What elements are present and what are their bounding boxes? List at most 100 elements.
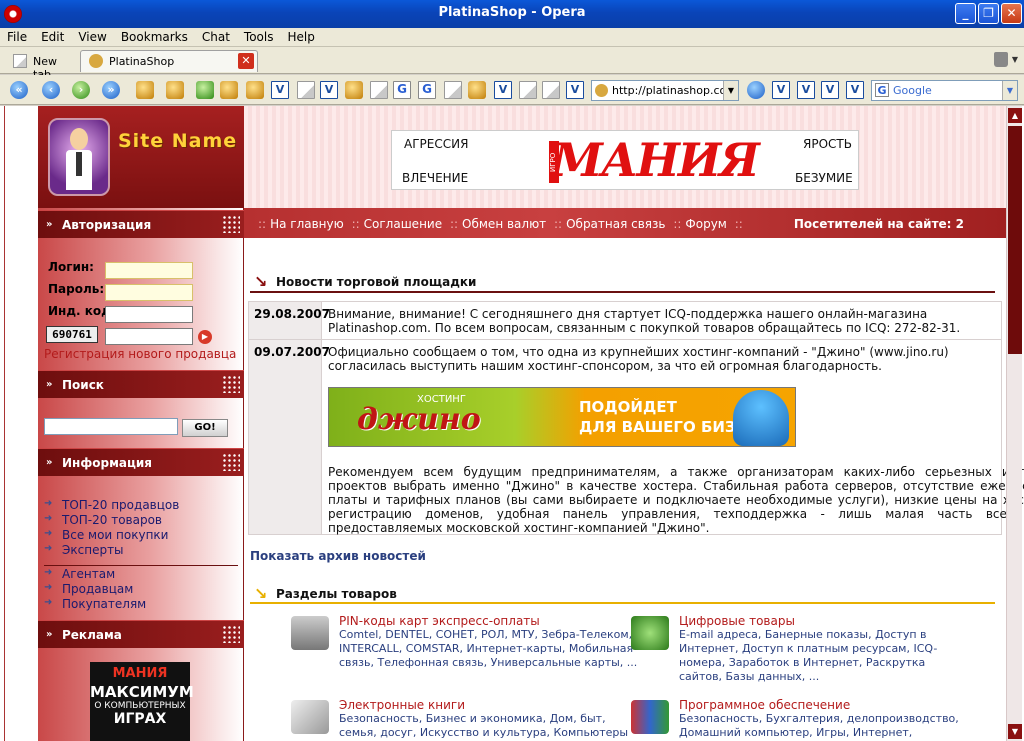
bookmark-icon[interactable] xyxy=(220,81,238,99)
sidebar-ad-banner[interactable]: МАНИЯ МАКСИМУМ О КОМПЬЮТЕРНЫХ ИГРАХ xyxy=(90,662,194,741)
bookmark-v-icon[interactable]: V xyxy=(320,81,338,99)
info-link-agents[interactable]: Агентам xyxy=(44,567,146,582)
info-link-experts[interactable]: Эксперты xyxy=(44,543,179,558)
reload-icon[interactable] xyxy=(136,81,154,99)
nav-separator: :: xyxy=(734,217,743,231)
wand-icon[interactable] xyxy=(166,81,184,99)
jino-ad-banner[interactable]: ХОСТИНГ джино ПОДОЙДЕТ ДЛЯ ВАШЕГО БИЗНЕС… xyxy=(328,387,796,447)
register-seller-link[interactable]: Регистрация нового продавца xyxy=(44,347,236,361)
info-link-top-products[interactable]: ТОП-20 товаров xyxy=(44,513,179,528)
bookmark-v-icon[interactable]: V xyxy=(271,81,289,99)
google-icon[interactable]: G xyxy=(418,81,436,99)
back-icon[interactable]: ‹ xyxy=(42,81,60,99)
info-link-sellers[interactable]: Продавцам xyxy=(44,582,146,597)
minimize-button[interactable]: _ xyxy=(955,3,976,24)
login-field[interactable] xyxy=(105,262,193,279)
site-logo[interactable]: Site Name xyxy=(38,106,244,208)
bookmark-v-icon[interactable]: V xyxy=(821,81,839,99)
tab-label: PlatinaShop xyxy=(109,55,175,68)
bookmark-page-icon[interactable] xyxy=(519,81,537,99)
nav-home[interactable]: На главную xyxy=(270,217,344,231)
chevron-down-icon[interactable]: ▼ xyxy=(1012,55,1018,64)
banner-word: ВЛЕЧЕНИЕ xyxy=(402,171,469,185)
page-scrollbar[interactable]: ▲ ▼ xyxy=(1006,106,1022,741)
nav-agreement[interactable]: Соглашение xyxy=(364,217,442,231)
nav-separator: :: xyxy=(673,217,682,231)
scrollbar-thumb[interactable] xyxy=(1008,126,1022,354)
rewind-icon[interactable]: « xyxy=(10,81,28,99)
nav-exchange[interactable]: Обмен валют xyxy=(462,217,546,231)
bookmark-v-icon[interactable]: V xyxy=(566,81,584,99)
google-icon[interactable]: G xyxy=(393,81,411,99)
info-link-top-sellers[interactable]: ТОП-20 продавцов xyxy=(44,498,179,513)
bookmark-icon[interactable] xyxy=(468,81,486,99)
categories-heading-text: Разделы товаров xyxy=(276,587,397,601)
category-links[interactable]: E-mail адреса, Банерные показы, Доступ в… xyxy=(679,628,941,684)
maximize-button[interactable]: ❐ xyxy=(978,3,999,24)
bookmark-v-icon[interactable]: V xyxy=(846,81,864,99)
categories-heading-rule xyxy=(250,602,995,604)
captcha-field[interactable] xyxy=(105,328,193,345)
menu-edit[interactable]: Edit xyxy=(34,28,71,44)
site-search-input[interactable] xyxy=(44,418,178,435)
menu-tools[interactable]: Tools xyxy=(237,28,281,44)
fast-forward-icon[interactable]: » xyxy=(102,81,120,99)
trash-icon[interactable] xyxy=(994,52,1008,67)
bookmark-page-icon[interactable] xyxy=(444,81,462,99)
tab-platinashop[interactable]: PlatinaShop ✕ xyxy=(80,50,258,72)
close-window-button[interactable]: ✕ xyxy=(1001,3,1022,24)
new-page-icon xyxy=(13,54,27,68)
chevron-down-icon[interactable]: ▼ xyxy=(723,81,738,100)
globe-icon[interactable] xyxy=(747,81,765,99)
nav-feedback[interactable]: Обратная связь xyxy=(566,217,665,231)
news-archive-link[interactable]: Показать архив новостей xyxy=(250,549,426,563)
banner-ad[interactable]: АГРЕССИЯ ВЛЕЧЕНИЕ ЯРОСТЬ БЕЗУМИЕ ИГРО МА… xyxy=(391,130,859,190)
menu-bookmarks[interactable]: Bookmarks xyxy=(114,28,195,44)
news-date: 29.08.2007 xyxy=(249,302,330,339)
category-title[interactable]: Цифровые товары xyxy=(679,614,941,628)
bookmark-page-icon[interactable] xyxy=(370,81,388,99)
menu-view[interactable]: View xyxy=(71,28,113,44)
login-submit-icon[interactable]: ▶ xyxy=(198,330,212,344)
menu-file[interactable]: File xyxy=(0,28,34,44)
chevron-down-icon[interactable]: ▼ xyxy=(1002,81,1017,100)
index-code-field[interactable] xyxy=(105,306,193,323)
bookmark-icon[interactable] xyxy=(246,81,264,99)
ebook-icon xyxy=(291,700,329,734)
category-links[interactable]: Безопасность, Бухгалтерия, делопроизводс… xyxy=(679,712,969,740)
nav-forum[interactable]: Форум xyxy=(685,217,726,231)
avatar xyxy=(48,118,110,196)
search-go-button[interactable]: GO! xyxy=(182,419,228,437)
news-text: Рекомендуем всем будущим предпринимателя… xyxy=(328,465,1024,535)
ad-text: МАКСИМУМ xyxy=(90,683,194,701)
double-arrow-icon: » xyxy=(46,457,53,468)
banner-word: АГРЕССИЯ xyxy=(404,137,469,151)
bookmark-v-icon[interactable]: V xyxy=(494,81,512,99)
category-title[interactable]: PIN-коды карт экспресс-оплаты xyxy=(339,614,639,628)
category-title[interactable]: Программное обеспечение xyxy=(679,698,969,712)
info-link-my-purchases[interactable]: Все мои покупки xyxy=(44,528,179,543)
menu-help[interactable]: Help xyxy=(280,28,321,44)
forward-icon[interactable]: › xyxy=(72,81,90,99)
bookmark-page-icon[interactable] xyxy=(297,81,315,99)
basket-icon[interactable] xyxy=(196,81,214,99)
category-links[interactable]: Comtel, DENTEL, СОНЕТ, РОЛ, МТУ, Зебра-Т… xyxy=(339,628,639,670)
menu-chat[interactable]: Chat xyxy=(195,28,237,44)
new-tab-button[interactable]: New tab xyxy=(4,50,77,81)
bookmark-v-icon[interactable]: V xyxy=(797,81,815,99)
category-title[interactable]: Электронные книги xyxy=(339,698,629,712)
scroll-up-icon[interactable]: ▲ xyxy=(1008,108,1022,123)
scroll-down-icon[interactable]: ▼ xyxy=(1008,724,1022,739)
info-section-header: » Информация xyxy=(38,448,244,476)
close-tab-icon[interactable]: ✕ xyxy=(238,53,254,69)
info-link-buyers[interactable]: Покупателям xyxy=(44,597,146,612)
bookmark-page-icon[interactable] xyxy=(542,81,560,99)
search-input[interactable]: G Google ▼ xyxy=(871,80,1018,101)
category-links[interactable]: Безопасность, Бизнес и экономика, Дом, б… xyxy=(339,712,629,740)
bookmark-v-icon[interactable]: V xyxy=(772,81,790,99)
phone-card-icon xyxy=(291,616,329,650)
address-field[interactable]: http://platinashop.com ▼ xyxy=(591,80,739,101)
bookmark-icon[interactable] xyxy=(345,81,363,99)
password-field[interactable] xyxy=(105,284,193,301)
info-list-b: Агентам Продавцам Покупателям xyxy=(44,567,146,612)
